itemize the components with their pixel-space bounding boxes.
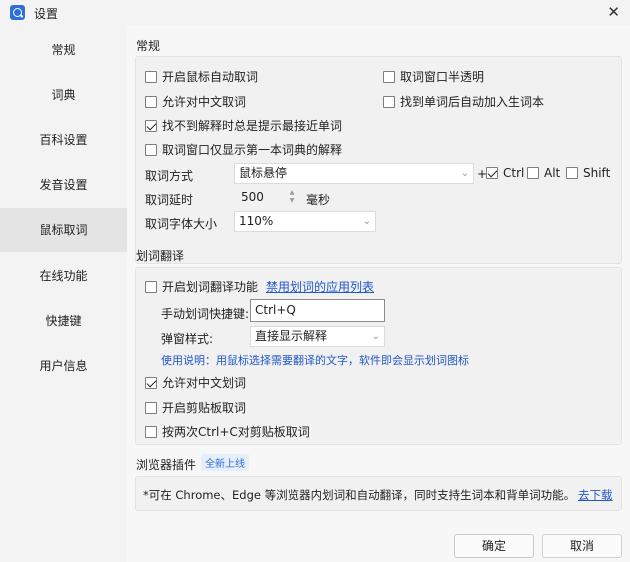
allow-chinese-selection-checkbox[interactable]: 允许对中文划词 xyxy=(145,374,246,391)
section-title-general: 常规 xyxy=(136,39,161,53)
modifier-ctrl-checkbox[interactable]: Ctrl xyxy=(486,166,524,180)
pick-delay-label: 取词延时 xyxy=(145,193,194,207)
browser-panel: *可在 Chrome、Edge 等浏览器内划词和自动翻译，同时支持生词本和背单词… xyxy=(135,476,622,511)
allow-chinese-pick-label: 允许对中文取词 xyxy=(162,95,247,109)
selection-enable-checkbox[interactable]: 开启划词翻译功能 xyxy=(145,278,258,295)
auto-pick-checkbox[interactable]: 开启鼠标自动取词 xyxy=(145,68,258,85)
checkbox-box[interactable] xyxy=(566,167,578,179)
auto-add-vocab-label: 找到单词后自动加入生词本 xyxy=(400,95,545,109)
clipboard-pick-checkbox[interactable]: 开启剪贴板取词 xyxy=(145,399,246,416)
auto-pick-label: 开启鼠标自动取词 xyxy=(162,70,259,84)
suggest-nearest-label: 找不到解释时总是提示最接近单词 xyxy=(162,119,343,133)
hotkey-label: 手动划词快捷键: xyxy=(161,307,250,321)
clipboard-pick-label: 开启剪贴板取词 xyxy=(162,401,247,415)
checkbox-box[interactable] xyxy=(145,425,157,438)
chevron-down-icon: ⌄ xyxy=(362,216,371,227)
browser-plugin-desc: *可在 Chrome、Edge 等浏览器内划词和自动翻译，同时支持生词本和背单词… xyxy=(143,488,576,502)
section-title-browser: 浏览器插件 xyxy=(136,458,197,472)
checkbox-box[interactable] xyxy=(145,401,157,414)
modifier-shift-label: Shift xyxy=(583,166,611,180)
auto-add-vocab-checkbox[interactable]: 找到单词后自动加入生词本 xyxy=(383,93,544,110)
usage-hint: 使用说明：用鼠标选择需要翻译的文字，软件即会显示划词图标 xyxy=(161,354,469,367)
title-bar: 设置 ✕ xyxy=(0,0,630,26)
hotkey-value: Ctrl+Q xyxy=(255,303,296,317)
checkbox-box[interactable] xyxy=(145,280,157,293)
checkbox-box[interactable] xyxy=(486,167,498,179)
font-size-value: 110% xyxy=(239,214,274,228)
double-ctrl-c-label: 按两次Ctrl+C对剪贴板取词 xyxy=(162,425,310,439)
chevron-down-icon: ⌄ xyxy=(371,331,380,342)
first-dict-only-label: 取词窗口仅显示第一本词典的解释 xyxy=(162,143,343,157)
pick-method-select[interactable]: 鼠标悬停 ⌄ xyxy=(234,163,474,184)
pick-delay-value: 500 xyxy=(241,190,264,204)
semi-transparent-label: 取词窗口半透明 xyxy=(400,70,485,84)
sidebar-item-pronunciation[interactable]: 发音设置 xyxy=(0,163,127,207)
download-link[interactable]: 去下载 xyxy=(578,487,613,503)
font-size-label: 取词字体大小 xyxy=(145,217,218,231)
checkbox-box[interactable] xyxy=(383,95,395,108)
selection-enable-label: 开启划词翻译功能 xyxy=(162,280,259,294)
sidebar-item-mouse-pick[interactable]: 鼠标取词 xyxy=(0,208,127,252)
sidebar-item-shortcuts[interactable]: 快捷键 xyxy=(0,299,127,343)
checkbox-box[interactable] xyxy=(527,167,539,179)
checkbox-box[interactable] xyxy=(145,376,157,389)
popup-style-select[interactable]: 直接显示解释 ⌄ xyxy=(250,326,385,347)
window-title: 设置 xyxy=(34,7,59,21)
popup-style-value: 直接显示解释 xyxy=(255,329,328,343)
modifier-shift-checkbox[interactable]: Shift xyxy=(566,166,610,180)
new-badge: 全新上线 xyxy=(201,454,249,471)
double-ctrl-c-checkbox[interactable]: 按两次Ctrl+C对剪贴板取词 xyxy=(145,423,310,440)
general-panel: 开启鼠标自动取词 取词窗口半透明 允许对中文取词 找到单词后自动加入生词本 找不… xyxy=(135,56,622,264)
first-dict-only-checkbox[interactable]: 取词窗口仅显示第一本词典的解释 xyxy=(145,141,342,158)
chevron-down-icon: ⌄ xyxy=(460,168,469,179)
selection-panel: 开启划词翻译功能 禁用划词的应用列表 手动划词快捷键: Ctrl+Q 弹窗样式:… xyxy=(135,267,622,445)
hotkey-input[interactable]: Ctrl+Q xyxy=(250,299,385,322)
modifier-alt-label: Alt xyxy=(544,166,561,180)
cancel-button[interactable]: 取消 xyxy=(542,534,622,558)
section-title-selection: 划词翻译 xyxy=(136,249,185,263)
disabled-apps-link[interactable]: 禁用划词的应用列表 xyxy=(266,278,374,295)
pick-method-value: 鼠标悬停 xyxy=(239,166,288,180)
pick-method-label: 取词方式 xyxy=(145,169,194,183)
checkbox-box[interactable] xyxy=(145,143,157,156)
sidebar-item-encyclopedia[interactable]: 百科设置 xyxy=(0,118,127,162)
checkbox-box[interactable] xyxy=(383,70,395,83)
popup-style-label: 弹窗样式: xyxy=(161,332,214,346)
font-size-select[interactable]: 110% ⌄ xyxy=(234,211,376,232)
allow-chinese-pick-checkbox[interactable]: 允许对中文取词 xyxy=(145,93,246,110)
sidebar-item-online[interactable]: 在线功能 xyxy=(0,254,127,298)
sidebar-item-user-info[interactable]: 用户信息 xyxy=(0,344,127,388)
ok-button[interactable]: 确定 xyxy=(454,534,534,558)
settings-content: 常规 开启鼠标自动取词 取词窗口半透明 允许对中文取词 找到单词后自动加入生词本… xyxy=(127,26,630,562)
pick-delay-unit: 毫秒 xyxy=(306,193,331,207)
spinner-arrows-icon[interactable]: ▲ ▼ xyxy=(288,189,296,206)
sidebar: 常规 词典 百科设置 发音设置 鼠标取词 在线功能 快捷键 用户信息 xyxy=(0,26,127,562)
allow-chinese-selection-label: 允许对中文划词 xyxy=(162,376,247,390)
sidebar-item-general[interactable]: 常规 xyxy=(0,28,127,72)
sidebar-item-dictionary[interactable]: 词典 xyxy=(0,73,127,117)
app-logo-icon xyxy=(10,5,25,20)
close-icon[interactable]: ✕ xyxy=(607,3,620,21)
modifier-alt-checkbox[interactable]: Alt xyxy=(527,166,560,180)
suggest-nearest-checkbox[interactable]: 找不到解释时总是提示最接近单词 xyxy=(145,117,342,134)
checkbox-box[interactable] xyxy=(145,95,157,108)
pick-delay-stepper[interactable]: 500 ▲ ▼ xyxy=(234,187,300,208)
semi-transparent-checkbox[interactable]: 取词窗口半透明 xyxy=(383,68,484,85)
checkbox-box[interactable] xyxy=(145,119,157,132)
modifier-ctrl-label: Ctrl xyxy=(503,166,525,180)
checkbox-box[interactable] xyxy=(145,70,157,83)
